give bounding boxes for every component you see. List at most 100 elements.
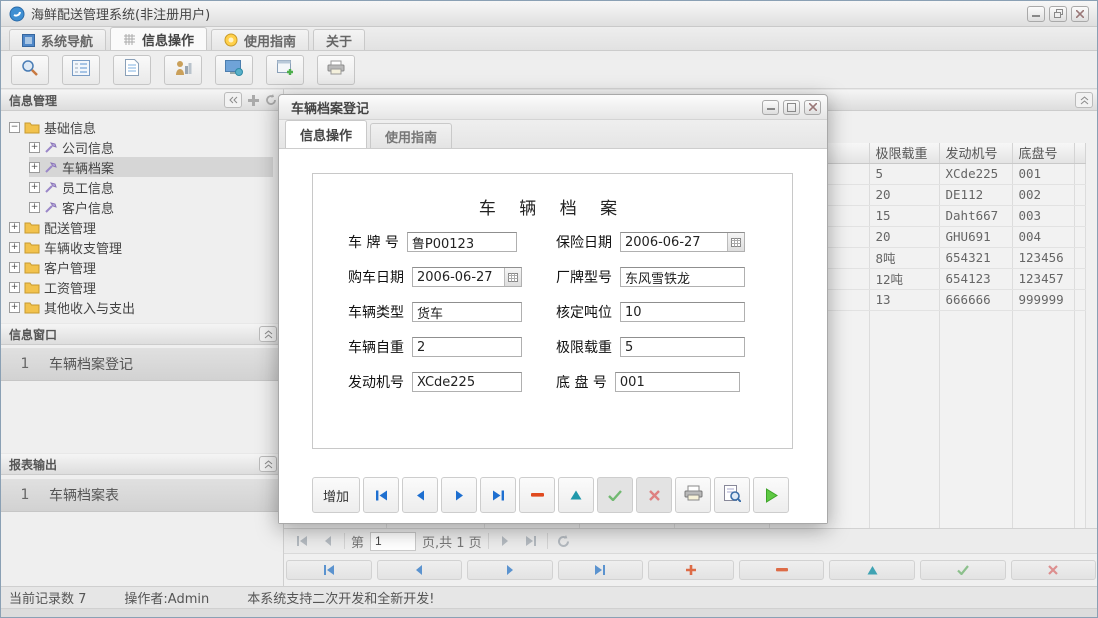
tree-node-other-income-expense[interactable]: 其他收入与支出 <box>9 297 283 317</box>
pager-next-icon[interactable] <box>495 531 515 551</box>
pager-prev-icon[interactable] <box>318 531 338 551</box>
delete-record-button[interactable] <box>739 560 825 580</box>
rated-tonnage-input[interactable] <box>620 302 745 322</box>
collapse-panel-icon[interactable] <box>259 456 277 472</box>
chassis-no-input[interactable] <box>615 372 740 392</box>
post-record-button[interactable] <box>920 560 1006 580</box>
info-window-list-item[interactable]: 1 车辆档案登记 <box>1 348 283 381</box>
tree-node-delivery-mgmt[interactable]: 配送管理 <box>9 217 283 237</box>
tool-icon <box>44 161 58 174</box>
grid-dots-icon <box>123 33 136 46</box>
tab-system-nav[interactable]: 系统导航 <box>9 29 106 50</box>
tab-user-guide[interactable]: 使用指南 <box>211 29 309 50</box>
plate-number-input[interactable] <box>407 232 517 252</box>
info-mgmt-tree: 基础信息 公司信息 车辆档案 员工信息 客户信息 <box>1 111 283 317</box>
dialog-minimize-button[interactable] <box>762 100 779 115</box>
collapse-main-panel-icon[interactable] <box>1075 92 1093 108</box>
expand-node-icon[interactable] <box>9 282 20 293</box>
weight-limit-input[interactable] <box>620 337 745 357</box>
refresh-icon[interactable] <box>265 94 277 106</box>
col-chassis-no[interactable]: 底盘号 <box>1012 143 1074 163</box>
pager-page-input[interactable] <box>370 532 416 551</box>
vehicle-type-input[interactable] <box>412 302 522 322</box>
tree-node-employee-info[interactable]: 员工信息 <box>29 177 283 197</box>
restore-button[interactable] <box>1049 6 1067 22</box>
tree-node-customer-mgmt[interactable]: 客户管理 <box>9 257 283 277</box>
add-button[interactable]: 增加 <box>312 477 360 513</box>
add-panel-icon[interactable] <box>248 95 259 106</box>
calendar-icon[interactable] <box>727 233 744 251</box>
col-engine-no[interactable]: 发动机号 <box>939 143 1012 163</box>
print-preview-button[interactable] <box>714 477 750 513</box>
grid-pager: 第 页,共 1 页 <box>284 528 1098 554</box>
expand-node-icon[interactable] <box>29 142 40 153</box>
expand-node-icon[interactable] <box>9 242 20 253</box>
list-view-toolbar-button[interactable] <box>62 55 100 85</box>
close-button[interactable] <box>1071 6 1089 22</box>
next-record-button[interactable] <box>441 477 477 513</box>
document-toolbar-button[interactable] <box>113 55 151 85</box>
printer-toolbar-button[interactable] <box>317 55 355 85</box>
tree-node-company-info[interactable]: 公司信息 <box>29 137 283 157</box>
cancel-record-button[interactable] <box>1011 560 1097 580</box>
tree-node-salary-mgmt[interactable]: 工资管理 <box>9 277 283 297</box>
minimize-button[interactable] <box>1027 6 1045 22</box>
tab-about[interactable]: 关于 <box>313 29 365 50</box>
monitor-toolbar-button[interactable] <box>215 55 253 85</box>
edit-record-button[interactable] <box>558 477 594 513</box>
collapse-panel-icon[interactable] <box>259 326 277 342</box>
tree-node-vehicle-finance-mgmt[interactable]: 车辆收支管理 <box>9 237 283 257</box>
app-window: 海鲜配送管理系统(非注册用户) 系统导航 信息操作 使用指南 关于 <box>0 0 1098 618</box>
info-window-panel-header: 信息窗口 <box>1 323 283 345</box>
tree-node-customer-info[interactable]: 客户信息 <box>29 197 283 217</box>
operator-status: 操作者:Admin <box>124 588 209 607</box>
add-record-button[interactable] <box>648 560 734 580</box>
next-record-button[interactable] <box>467 560 553 580</box>
dialog-maximize-button[interactable] <box>783 100 800 115</box>
user-report-toolbar-button[interactable] <box>164 55 202 85</box>
col-weight-limit[interactable]: 极限载重 <box>869 143 939 163</box>
expand-node-icon[interactable] <box>9 302 20 313</box>
dialog-close-button[interactable] <box>804 100 821 115</box>
dialog-titlebar[interactable]: 车辆档案登记 <box>279 95 827 120</box>
post-record-button[interactable] <box>597 477 633 513</box>
prev-record-button[interactable] <box>402 477 438 513</box>
execute-button[interactable] <box>753 477 789 513</box>
last-record-button[interactable] <box>558 560 644 580</box>
new-window-toolbar-button[interactable] <box>266 55 304 85</box>
window-titlebar[interactable]: 海鲜配送管理系统(非注册用户) <box>1 1 1097 27</box>
expand-node-icon[interactable] <box>29 202 40 213</box>
pager-first-icon[interactable] <box>292 531 312 551</box>
vehicle-weight-input[interactable] <box>412 337 522 357</box>
tree-node-vehicle-archive[interactable]: 车辆档案 <box>29 157 273 177</box>
expand-node-icon[interactable] <box>9 222 20 233</box>
expand-node-icon[interactable] <box>9 262 20 273</box>
cancel-record-button[interactable] <box>636 477 672 513</box>
expand-node-icon[interactable] <box>29 182 40 193</box>
collapse-sidebar-button[interactable] <box>224 92 242 108</box>
edit-record-button[interactable] <box>829 560 915 580</box>
brand-model-input[interactable] <box>620 267 745 287</box>
prev-record-button[interactable] <box>377 560 463 580</box>
pager-refresh-icon[interactable] <box>554 531 574 551</box>
last-record-button[interactable] <box>480 477 516 513</box>
report-output-list-item[interactable]: 1 车辆档案表 <box>1 479 283 512</box>
dialog-tab-info-operation[interactable]: 信息操作 <box>285 120 367 148</box>
delete-record-button[interactable] <box>519 477 555 513</box>
form-title: 车 辆 档 案 <box>313 194 792 219</box>
engine-no-input[interactable] <box>412 372 522 392</box>
pager-last-icon[interactable] <box>521 531 541 551</box>
dialog-tab-user-guide[interactable]: 使用指南 <box>370 123 452 148</box>
search-toolbar-button[interactable] <box>11 55 49 85</box>
record-count-status: 当前记录数 7 <box>9 588 86 607</box>
document-icon <box>125 59 139 80</box>
tree-node-basic-info[interactable]: 基础信息 <box>9 117 283 137</box>
tab-info-operation[interactable]: 信息操作 <box>110 27 207 50</box>
first-record-button[interactable] <box>286 560 372 580</box>
calendar-icon[interactable] <box>504 268 521 286</box>
collapse-node-icon[interactable] <box>9 122 20 133</box>
print-button[interactable] <box>675 477 711 513</box>
expand-node-icon[interactable] <box>29 162 40 173</box>
guide-icon <box>224 33 238 47</box>
first-record-button[interactable] <box>363 477 399 513</box>
